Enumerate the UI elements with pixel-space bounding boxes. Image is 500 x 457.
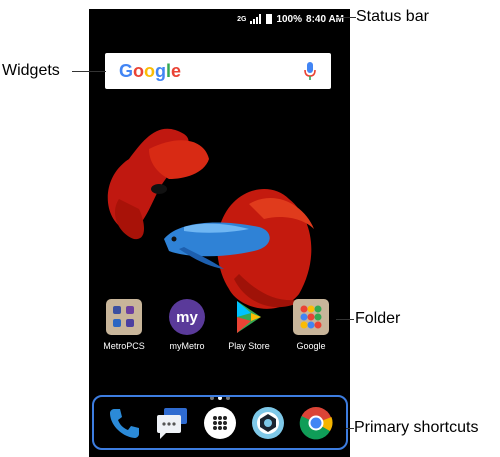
signal-icon	[250, 14, 262, 24]
app-label: Play Store	[228, 341, 270, 351]
app-google-folder[interactable]: Google	[281, 299, 341, 351]
app-label: myMetro	[169, 341, 205, 351]
google-logo: Google	[119, 60, 182, 81]
primary-shortcuts-dock	[92, 395, 348, 450]
metropcs-folder-icon	[106, 299, 142, 335]
callout-status-bar: Status bar	[356, 8, 429, 25]
mymetro-icon-text: my	[176, 308, 198, 326]
callout-line-folder	[336, 319, 354, 320]
phone-screen: 2G 100% 8:40 AM Google MetroPCS my myMet…	[89, 9, 350, 457]
callout-line-primary-shortcuts	[346, 428, 354, 429]
camera-icon[interactable]	[250, 405, 286, 441]
google-search-widget[interactable]: Google	[105, 53, 331, 89]
network-type: 2G	[237, 15, 247, 23]
play-store-icon	[231, 299, 267, 335]
chrome-icon[interactable]	[298, 405, 334, 441]
clock: 8:40 AM	[306, 13, 344, 25]
status-bar: 2G 100% 8:40 AM	[89, 9, 350, 29]
callout-folder: Folder	[355, 310, 401, 327]
callout-primary-shortcuts: Primary shortcuts	[354, 419, 479, 436]
battery-icon	[266, 14, 273, 24]
app-play-store[interactable]: Play Store	[219, 299, 279, 351]
phone-icon[interactable]	[106, 405, 142, 441]
battery-percent: 100%	[276, 13, 303, 25]
callout-widgets: Widgets	[2, 62, 60, 79]
app-mymetro[interactable]: my myMetro	[157, 299, 217, 351]
mymetro-icon: my	[169, 299, 205, 335]
microphone-icon[interactable]	[303, 60, 317, 82]
wallpaper-betta-fish	[107, 128, 314, 309]
app-label: Google	[296, 341, 326, 351]
app-label: MetroPCS	[103, 341, 145, 351]
app-metropcs-folder[interactable]: MetroPCS	[94, 299, 154, 351]
callout-line-widgets	[72, 71, 106, 72]
app-drawer-icon[interactable]	[202, 405, 238, 441]
messages-icon[interactable]	[154, 405, 190, 441]
google-folder-icon	[293, 299, 329, 335]
callout-line-status-bar	[336, 17, 356, 18]
